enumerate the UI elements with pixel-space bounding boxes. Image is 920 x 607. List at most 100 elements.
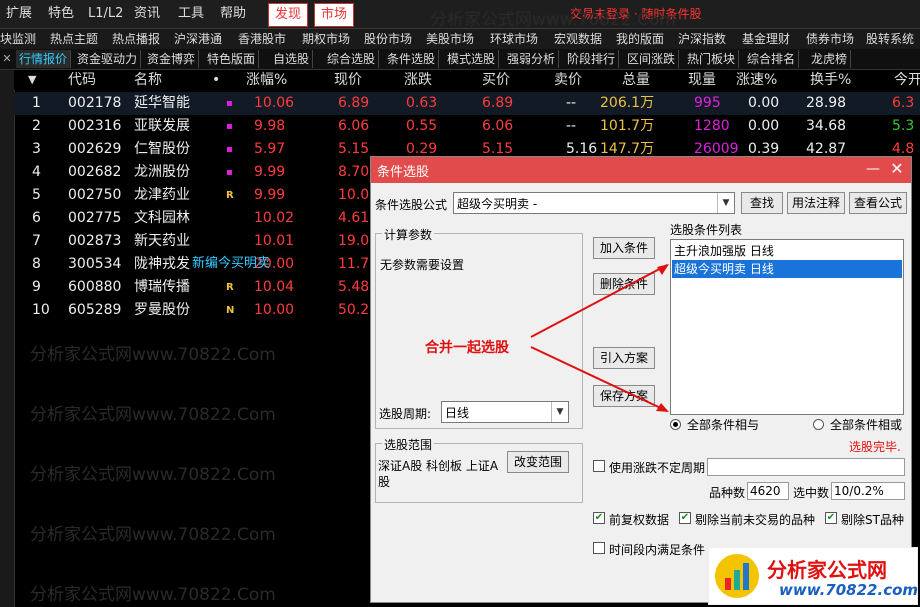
cell-name: 陇神戎发 xyxy=(134,256,190,272)
cell-no: 6 xyxy=(32,210,41,226)
close-icon[interactable]: ✕ xyxy=(887,159,907,179)
col-vol[interactable]: 总量 xyxy=(622,70,650,90)
dialog-titlebar[interactable]: 条件选股 — ✕ xyxy=(371,157,911,183)
cell-ask: -- xyxy=(566,95,577,111)
col-open[interactable]: 今开 xyxy=(894,70,920,90)
nav-item[interactable]: 我的版面 xyxy=(616,29,664,49)
use-period-checkbox[interactable] xyxy=(593,460,605,472)
menu-tools[interactable]: 工具 xyxy=(178,0,204,28)
nav-item[interactable]: 热点播报 xyxy=(112,29,160,49)
minimize-icon[interactable]: — xyxy=(863,159,883,179)
cell-chg: 0.55 xyxy=(406,118,438,134)
tab-composite-rank[interactable]: 综合排名 xyxy=(744,50,800,68)
col-pct[interactable]: 涨幅% xyxy=(246,70,287,90)
tab-composite-select[interactable]: 综合选股 xyxy=(324,50,380,68)
chart-logo-icon xyxy=(715,554,759,598)
view-formula-button[interactable]: 查看公式 xyxy=(849,192,907,214)
cell-turn: 34.68 xyxy=(806,118,847,134)
radio-or-label: 全部条件相或 xyxy=(830,418,903,432)
time-range-checkbox[interactable] xyxy=(593,542,605,554)
menu-market[interactable]: 市场 xyxy=(314,3,355,27)
tab-capital-game[interactable]: 资金博弈 xyxy=(144,50,200,68)
nav-item[interactable]: 债券市场 xyxy=(806,29,854,49)
tab-dragon-tiger[interactable]: 龙虎榜 xyxy=(808,50,852,68)
cell-bid: 6.89 xyxy=(482,95,514,111)
tab-watchlist[interactable]: 自选股 xyxy=(270,50,314,68)
menu-news[interactable]: 资讯 xyxy=(134,0,160,28)
nav-item[interactable]: 环球市场 xyxy=(490,29,538,49)
tab-range-change[interactable]: 区间涨跌 xyxy=(624,50,680,68)
period-input[interactable] xyxy=(707,458,905,476)
cell-open: 5.3 xyxy=(892,118,915,134)
menu-feature[interactable]: 特色 xyxy=(48,0,74,28)
cell-code: 002873 xyxy=(68,233,122,249)
exclude-no-trade-checkbox[interactable]: ✔ xyxy=(679,512,691,524)
scope-value: 深证A股 科创板 上证A股 xyxy=(378,459,499,489)
tab-capital-drive[interactable]: 资金驱动力 xyxy=(74,50,142,68)
nav-item[interactable]: 美股市场 xyxy=(426,29,474,49)
cell-code: 002629 xyxy=(68,141,122,157)
exclude-st-checkbox[interactable]: ✔ xyxy=(825,512,837,524)
tab-pattern-select[interactable]: 模式选股 xyxy=(444,50,500,68)
col-speed[interactable]: 涨速% xyxy=(736,70,777,90)
find-button[interactable]: 查找 xyxy=(741,192,783,214)
col-name[interactable]: 名称 xyxy=(134,70,162,90)
chevron-down-icon: ▼ xyxy=(717,193,734,213)
cell-pct: 10.04 xyxy=(254,279,295,295)
col-code[interactable]: 代码 xyxy=(68,70,96,90)
cell-no: 3 xyxy=(32,141,41,157)
tab-period-rank[interactable]: 阶段排行 xyxy=(564,50,620,68)
nav-item[interactable]: 宏观数据 xyxy=(554,29,602,49)
cell-mark: R xyxy=(226,282,234,293)
formula-select[interactable]: 超级今买明卖 - ▼ xyxy=(453,192,735,214)
nav-item[interactable]: 沪深港通 xyxy=(174,29,222,49)
cell-pct: 10.06 xyxy=(254,95,295,111)
chevron-down-icon: ▼ xyxy=(551,402,568,422)
tab-feature-layout[interactable]: 特色版面 xyxy=(204,50,260,68)
nav-item[interactable]: 期权市场 xyxy=(302,29,350,49)
menu-extend[interactable]: 扩展 xyxy=(6,0,32,28)
col-cur[interactable]: 现量 xyxy=(688,70,716,90)
count-field: 4620 xyxy=(747,482,789,500)
nav-item[interactable]: 沪深指数 xyxy=(678,29,726,49)
tab-quote[interactable]: 行情报价 xyxy=(16,50,72,68)
cell-mark: ▪ xyxy=(226,98,233,109)
list-item[interactable]: 超级今买明卖 日线 xyxy=(672,260,902,278)
table-row[interactable]: 2 002316 亚联发展 ▪ 9.98 6.06 0.55 6.06 -- 101.7万 1280… xyxy=(14,115,920,138)
col-ask[interactable]: 卖价 xyxy=(554,70,582,90)
col-chg[interactable]: 涨跌 xyxy=(404,70,432,90)
tab-hot-sector[interactable]: 热门板块 xyxy=(684,50,740,68)
cell-speed: 0.00 xyxy=(748,95,780,111)
menu-l1l2[interactable]: L1/L2 xyxy=(88,0,123,28)
col-price[interactable]: 现价 xyxy=(334,70,362,90)
col-turn[interactable]: 换手% xyxy=(810,70,851,90)
radio-and[interactable] xyxy=(670,419,681,430)
usage-button[interactable]: 用法注释 xyxy=(787,192,845,214)
col-bid[interactable]: 买价 xyxy=(482,70,510,90)
nav-item[interactable]: 香港股市 xyxy=(238,29,286,49)
nav-item[interactable]: 股份市场 xyxy=(364,29,412,49)
period-select[interactable]: 日线 ▼ xyxy=(441,401,569,423)
list-item[interactable]: 主升浪加强版 日线 xyxy=(672,242,902,260)
table-row[interactable]: 1 002178 延华智能 ▪ 10.06 6.89 0.63 6.89 -- 206.1万 995… xyxy=(14,92,920,115)
status-text: 选股完毕. xyxy=(849,440,901,454)
radio-or[interactable] xyxy=(813,419,824,430)
menu-discover[interactable]: 发现 xyxy=(268,3,309,27)
sort-icon[interactable]: ▼ xyxy=(28,70,36,90)
condition-list[interactable]: 主升浪加强版 日线 超级今买明卖 日线 xyxy=(670,239,904,415)
cell-pct: 5.97 xyxy=(254,141,286,157)
close-icon[interactable]: ✕ xyxy=(0,51,14,67)
cell-no: 7 xyxy=(32,233,41,249)
menu-help[interactable]: 帮助 xyxy=(220,0,246,28)
change-scope-button[interactable]: 改变范围 xyxy=(507,451,569,473)
nav-item[interactable]: 热点主题 xyxy=(50,29,98,49)
nav-item[interactable]: 基金理财 xyxy=(742,29,790,49)
col-mark[interactable]: • xyxy=(212,70,220,90)
watermark: 分析家公式网www.70822.Com xyxy=(30,345,276,365)
tab-strength[interactable]: 强弱分析 xyxy=(504,50,560,68)
adj-checkbox[interactable]: ✔ xyxy=(593,512,605,524)
count-label: 品种数 xyxy=(709,486,746,500)
nav-item[interactable]: 块监测 xyxy=(0,29,36,49)
tab-condition-select[interactable]: 条件选股 xyxy=(384,50,440,68)
nav-item[interactable]: 股转系统 xyxy=(866,29,914,49)
